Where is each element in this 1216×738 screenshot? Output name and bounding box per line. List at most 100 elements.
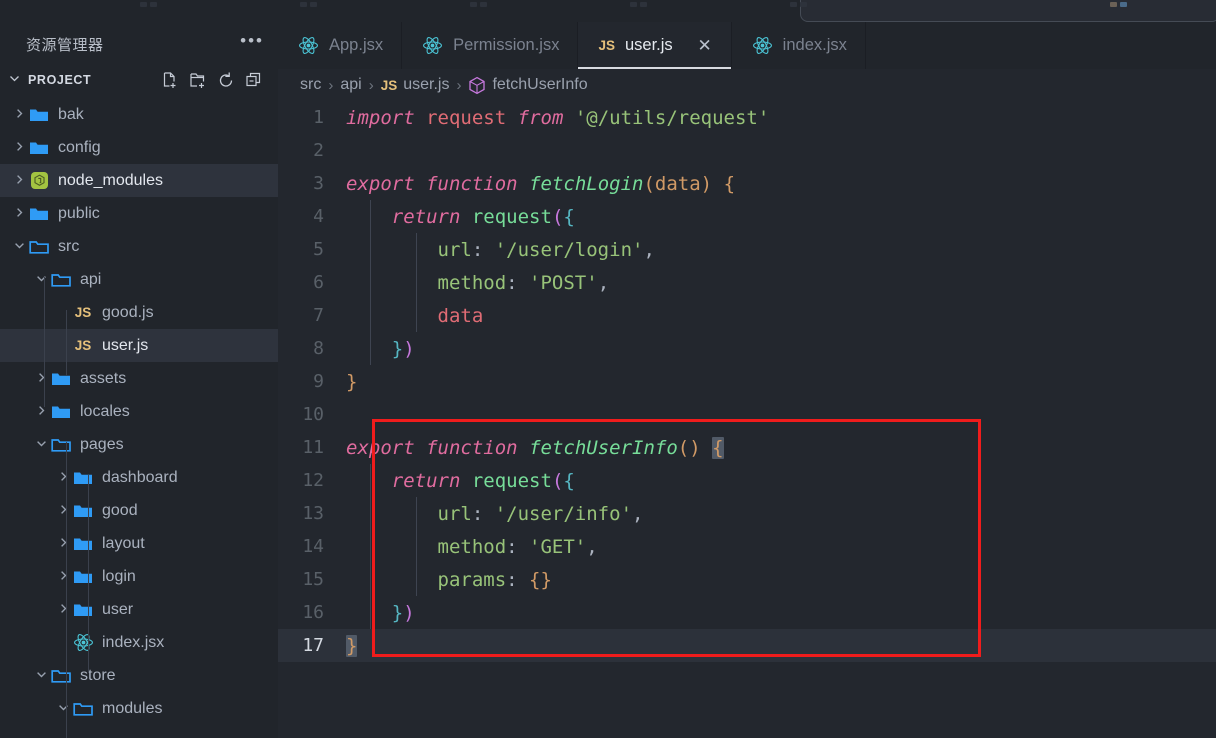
chevron-down-icon[interactable] — [32, 438, 50, 452]
code-line[interactable]: 16 }) — [278, 596, 1216, 629]
code-indent-guide — [370, 200, 371, 233]
editor-tab[interactable]: JS user.js ✕ — [578, 22, 732, 69]
tree-file-item[interactable]: index.jsx — [0, 626, 278, 659]
code-line[interactable]: 7 data — [278, 299, 1216, 332]
code-line-text: url: '/user/info', — [346, 503, 644, 525]
tree-folder-item[interactable]: config — [0, 131, 278, 164]
breadcrumb[interactable]: src › api › JS user.js › fetchUserInfo — [278, 69, 1216, 101]
chevron-right-icon[interactable] — [54, 471, 72, 485]
tree-folder-item[interactable]: modules — [0, 692, 278, 725]
chevron-down-icon[interactable] — [32, 273, 50, 287]
code-token: , — [586, 535, 598, 558]
tree-folder-item[interactable]: public — [0, 197, 278, 230]
chevron-right-icon[interactable] — [32, 372, 50, 386]
chevron-down-icon[interactable] — [54, 702, 72, 716]
chevron-right-icon[interactable] — [32, 405, 50, 419]
chevron-right-icon[interactable] — [54, 504, 72, 518]
code-line-text: } — [346, 634, 358, 657]
chevron-right-icon[interactable] — [10, 108, 28, 122]
chevron-right-icon[interactable] — [54, 537, 72, 551]
code-line[interactable]: 11 export function fetchUserInfo() { — [278, 431, 1216, 464]
breadcrumb-item[interactable]: JS user.js — [381, 76, 450, 94]
code-token: function — [426, 436, 518, 459]
code-line[interactable]: 1 import request from '@/utils/request' — [278, 101, 1216, 134]
tree-indent-guide — [66, 310, 67, 376]
tree-folder-item[interactable]: node_modules — [0, 164, 278, 197]
chevron-down-icon[interactable] — [32, 669, 50, 683]
project-root-label: PROJECT — [28, 73, 92, 87]
code-line[interactable]: 17} — [278, 629, 1216, 662]
line-number: 10 — [302, 404, 324, 425]
code-line[interactable]: 3 export function fetchLogin(data) { — [278, 167, 1216, 200]
code-line[interactable]: 9} — [278, 365, 1216, 398]
tree-item-label: good — [102, 501, 138, 519]
tree-folder-item[interactable]: dashboard — [0, 461, 278, 494]
code-line[interactable]: 8 }) — [278, 332, 1216, 365]
project-root-row[interactable]: PROJECT — [0, 66, 278, 94]
tree-folder-item[interactable]: src — [0, 230, 278, 263]
refresh-icon[interactable] — [217, 71, 236, 90]
breadcrumb-item[interactable]: fetchUserInfo — [468, 76, 588, 95]
code-line[interactable]: 13 url: '/user/info', — [278, 497, 1216, 530]
code-indent-guide — [416, 563, 417, 596]
tree-folder-item[interactable]: user — [0, 593, 278, 626]
code-line-text: }) — [346, 338, 415, 360]
editor-tab-bar[interactable]: App.jsx Permission.jsx JS user.js ✕ index.jsx — [278, 22, 1216, 69]
chevron-right-icon[interactable] — [10, 141, 28, 155]
tree-folder-item[interactable]: store — [0, 659, 278, 692]
line-number: 7 — [313, 305, 324, 326]
tree-folder-item[interactable]: layout — [0, 527, 278, 560]
chevron-down-icon[interactable] — [10, 240, 28, 254]
tree-folder-item[interactable]: login — [0, 560, 278, 593]
folder-open-icon — [51, 272, 71, 288]
chevron-down-icon[interactable] — [6, 73, 22, 87]
tree-file-item[interactable]: JS good.js — [0, 296, 278, 329]
tree-item-label: login — [102, 567, 136, 585]
code-line[interactable]: 4 return request({ — [278, 200, 1216, 233]
new-file-icon[interactable] — [161, 71, 180, 90]
code-line[interactable]: 15 params: {} — [278, 563, 1216, 596]
chevron-right-icon[interactable] — [10, 174, 28, 188]
breadcrumb-separator-icon: › — [328, 76, 334, 94]
code-line[interactable]: 5 url: '/user/login', — [278, 233, 1216, 266]
editor-tab[interactable]: Permission.jsx — [402, 22, 579, 69]
code-line[interactable]: 6 method: 'POST', — [278, 266, 1216, 299]
tree-folder-item[interactable]: assets — [0, 362, 278, 395]
tree-file-item[interactable]: JS user.js — [0, 329, 278, 362]
editor-tab[interactable]: index.jsx — [731, 22, 866, 69]
breadcrumb-item[interactable]: api — [340, 76, 361, 94]
line-number: 5 — [313, 239, 324, 260]
folder-open-icon — [51, 437, 71, 453]
close-icon[interactable]: ✕ — [697, 37, 713, 54]
tree-folder-item[interactable]: bak — [0, 98, 278, 131]
folder-icon — [29, 140, 49, 156]
tree-folder-item[interactable]: locales — [0, 395, 278, 428]
tree-folder-item[interactable]: good — [0, 494, 278, 527]
code-token: ( — [677, 436, 690, 459]
code-token: { — [563, 205, 575, 228]
code-line[interactable]: 10 — [278, 398, 1216, 431]
chevron-right-icon[interactable] — [54, 570, 72, 584]
chevron-right-icon[interactable] — [10, 207, 28, 221]
folder-open-icon — [51, 668, 71, 684]
tree-folder-item[interactable]: api — [0, 263, 278, 296]
chevron-right-icon[interactable] — [54, 603, 72, 617]
file-tree[interactable]: bak config node_modules public src api JS good.… — [0, 94, 278, 725]
breadcrumb-item[interactable]: src — [300, 76, 321, 94]
code-editor[interactable]: 1 import request from '@/utils/request' 2 3… — [278, 101, 1216, 738]
code-line[interactable]: 12 return request({ — [278, 464, 1216, 497]
editor-tab[interactable]: App.jsx — [278, 22, 403, 69]
line-number: 16 — [302, 602, 324, 623]
explorer-more-icon[interactable]: ••• — [240, 32, 264, 52]
new-folder-icon[interactable] — [189, 71, 208, 90]
line-number: 3 — [313, 173, 324, 194]
collapse-all-icon[interactable] — [245, 71, 264, 90]
code-line[interactable]: 14 method: 'GET', — [278, 530, 1216, 563]
code-line[interactable]: 2 — [278, 134, 1216, 167]
tree-folder-item[interactable]: pages — [0, 428, 278, 461]
js-icon: JS — [598, 38, 615, 53]
code-line-text: return request({ — [346, 470, 575, 492]
breadcrumb-item-label: user.js — [403, 76, 450, 93]
